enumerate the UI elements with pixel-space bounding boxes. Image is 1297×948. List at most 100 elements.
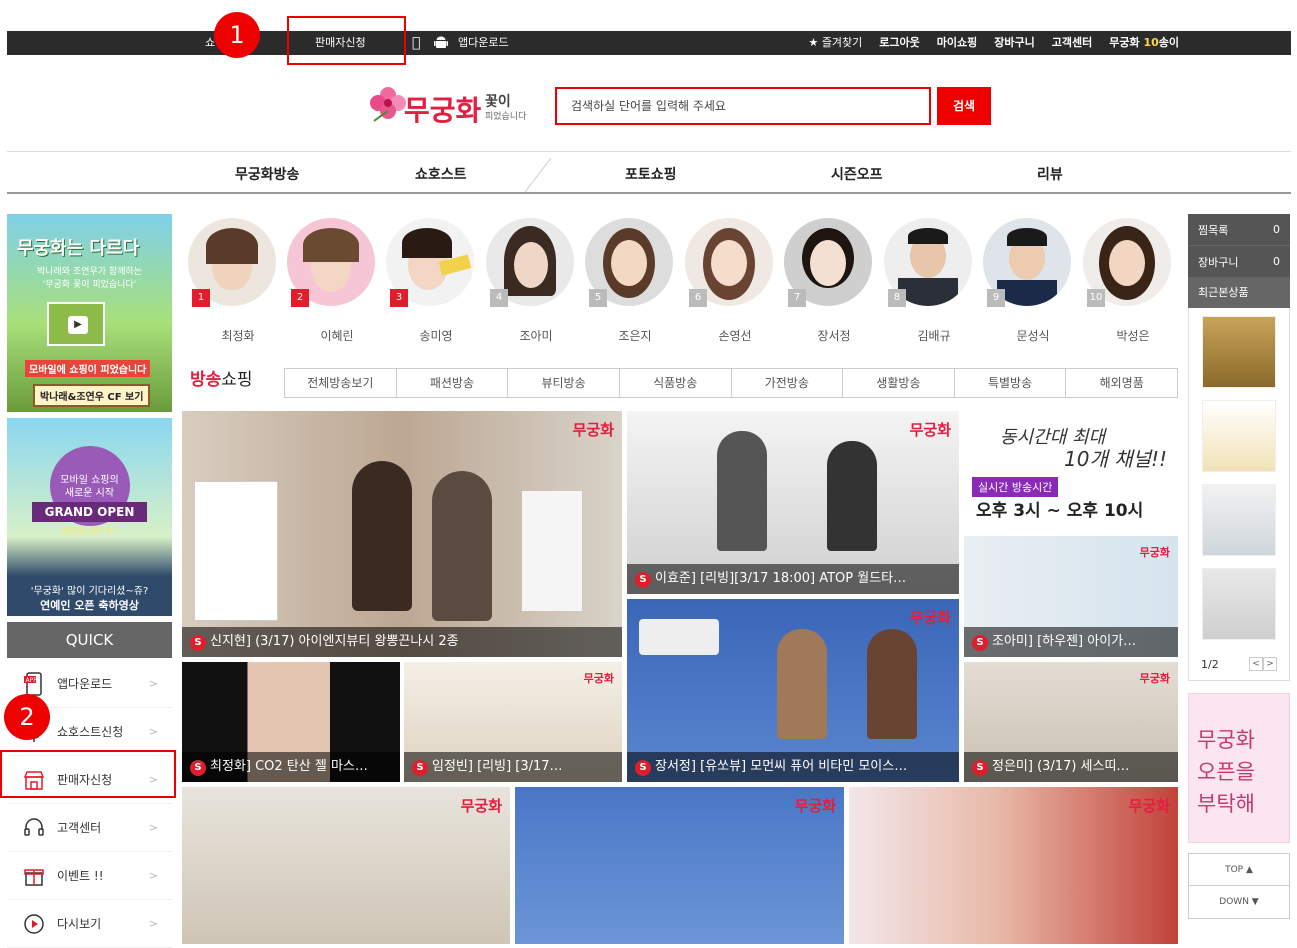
scroll-down-button[interactable]: DOWN ▼ xyxy=(1189,886,1289,918)
video-tile[interactable]: 무궁화 S 정은미] (3/17) 세스띠… xyxy=(964,662,1178,782)
chevron-right-icon: > xyxy=(148,917,158,930)
honey-count[interactable]: 무궁화 10송이 xyxy=(1109,31,1179,55)
logout-link[interactable]: 로그아웃 xyxy=(879,31,919,55)
chevron-right-icon: > xyxy=(148,725,158,738)
quick-replay[interactable]: 다시보기 > xyxy=(7,900,172,948)
play-icon xyxy=(19,912,49,936)
host-card[interactable]: 7 장서정 xyxy=(784,218,874,343)
tab-all[interactable]: 전체방송보기 xyxy=(285,369,397,397)
host-card[interactable]: 4 조아미 xyxy=(486,218,576,343)
host-card[interactable]: 1 최정화 xyxy=(188,218,278,343)
callout-badge-1: 1 xyxy=(214,12,260,58)
grand-open-date: 2016.02.17 xyxy=(60,526,119,537)
chevron-right-icon: > xyxy=(148,677,158,690)
scroll-top-button[interactable]: TOP ▲ xyxy=(1189,854,1289,886)
video-tile[interactable]: S 최정화] CO2 탄산 젤 마스… xyxy=(182,662,400,782)
recent-product-thumb[interactable] xyxy=(1202,400,1276,472)
recent-product-thumb[interactable] xyxy=(1202,568,1276,640)
video-tile[interactable]: 무궁화 xyxy=(515,787,844,944)
tab-fashion[interactable]: 패션방송 xyxy=(397,369,509,397)
video-caption: S 신지현] (3/17) 아이엔지뷰티 왕뽕끈나시 2종 xyxy=(182,627,622,657)
product-screen xyxy=(639,619,719,655)
recent-product-thumb[interactable] xyxy=(1202,484,1276,556)
logo-sub2: 피었습니다 xyxy=(485,112,527,122)
cart-row[interactable]: 장바구니 0 xyxy=(1188,246,1290,278)
search-input[interactable]: 검색하실 단어를 입력해 주세요 xyxy=(555,87,931,125)
wishlist-row[interactable]: 찜목록 0 xyxy=(1188,214,1290,246)
star-icon: ★ xyxy=(808,36,819,49)
callout-box-1 xyxy=(287,16,406,65)
nav-review[interactable]: 리뷰 xyxy=(1037,164,1063,184)
host-card[interactable]: 9 문성식 xyxy=(983,218,1073,343)
android-icon[interactable] xyxy=(433,31,449,55)
search-button[interactable]: 검색 xyxy=(937,87,991,125)
nav-showhost[interactable]: 쇼호스트 xyxy=(415,164,467,184)
right-quick-panel: 찜목록 0 장바구니 0 최근본상품 1/2 < > 무궁화 오픈을 부탁해 TOP ▲ … xyxy=(1188,214,1290,919)
host-card[interactable]: 6 손영선 xyxy=(685,218,775,343)
tab-beauty[interactable]: 뷰티방송 xyxy=(508,369,620,397)
recent-products: 1/2 < > xyxy=(1188,308,1290,681)
video-tile[interactable]: 무궁화 S 임정빈] [리빙] [3/17… xyxy=(404,662,622,782)
video-caption: S 최정화] CO2 탄산 젤 마스… xyxy=(182,752,400,782)
nav-broadcast[interactable]: 무궁화방송 xyxy=(235,164,299,184)
prev-icon[interactable]: < xyxy=(1249,657,1263,671)
video-tile[interactable]: 무궁화 S 이효준] [리빙][3/17 18:00] ATOP 월드타… xyxy=(627,411,959,594)
recent-product-thumb[interactable] xyxy=(1202,316,1276,388)
cf-banner-desc1: 박나래와 조연우가 함께하는 xyxy=(36,267,143,277)
cf-video-thumb: ▶ xyxy=(47,302,105,346)
cf-banner-cta[interactable]: 박나래&조연우 CF 보기 xyxy=(33,384,151,407)
host-card[interactable]: 2 이혜린 xyxy=(287,218,377,343)
scroll-controls: TOP ▲ DOWN ▼ xyxy=(1188,853,1290,919)
grand-open-banner[interactable]: 모바일 쇼핑의 새로운 시작 GRAND OPEN 2016.02.17 '무궁… xyxy=(7,418,172,616)
cf-banner-title: 무궁화는 다르다 xyxy=(17,238,140,259)
video-tile[interactable]: 무궁화 S 신지현] (3/17) 아이엔지뷰티 왕뽕끈나시 2종 xyxy=(182,411,622,657)
showhost-list: 1 최정화 2 이혜린 3 송미영 4 조아미 5 조은지 6 손영선 7 장서정 8 김배규 … xyxy=(182,218,1178,348)
customer-center-link[interactable]: 고객센터 xyxy=(1052,31,1092,55)
live-time-promo[interactable]: 동시간대 최대 10개 채널!! 실시간 방송시간 오후 3시 ~ 오후 10시 xyxy=(964,411,1178,533)
headset-icon xyxy=(19,816,49,840)
util-links: ★ 즐겨찾기 로그아웃 마이쇼핑 장바구니 고객센터 무궁화 10송이 xyxy=(808,31,1179,55)
video-tile[interactable]: 무궁화 xyxy=(182,787,510,944)
video-tile[interactable]: 무궁화 xyxy=(849,787,1178,944)
cf-banner[interactable]: 무궁화는 다르다 박나래와 조연우가 함께하는 '무궁화 꽃이 피었습니다' ▶… xyxy=(7,214,172,412)
apple-icon[interactable]:  xyxy=(412,31,420,55)
grand-open-label: GRAND OPEN xyxy=(32,502,147,522)
tab-luxury[interactable]: 해외명품 xyxy=(1066,369,1177,397)
video-caption: S 장서정] [유쏘뷰] 모먼씨 퓨어 비타민 모이스… xyxy=(627,752,959,782)
app-download-link[interactable]: 앱다운로드 xyxy=(458,31,509,55)
quick-title: QUICK xyxy=(7,622,172,658)
open-ad-banner[interactable]: 무궁화 오픈을 부탁해 xyxy=(1188,693,1290,843)
site-logo[interactable]: 무궁화 꽃이 피었습니다 xyxy=(368,75,538,135)
myshopping-link[interactable]: 마이쇼핑 xyxy=(937,31,977,55)
tab-appliance[interactable]: 가전방송 xyxy=(732,369,844,397)
nav-photoshopping[interactable]: 포토쇼핑 xyxy=(625,164,677,184)
host-card[interactable]: 8 김배규 xyxy=(884,218,974,343)
main-nav: 무궁화방송 쇼호스트 포토쇼핑 시즌오프 리뷰 xyxy=(7,151,1291,194)
promo-tag: 실시간 방송시간 xyxy=(972,477,1059,497)
host-card[interactable]: 10 박성은 xyxy=(1083,218,1173,343)
chevron-right-icon: > xyxy=(148,869,158,882)
host-card[interactable]: 5 조은지 xyxy=(585,218,675,343)
tab-food[interactable]: 식품방송 xyxy=(620,369,732,397)
chevron-right-icon: > xyxy=(148,821,158,834)
category-tabs: 전체방송보기 패션방송 뷰티방송 식품방송 가전방송 생활방송 특별방송 해외명… xyxy=(284,368,1178,398)
tab-special[interactable]: 특별방송 xyxy=(955,369,1067,397)
tab-living[interactable]: 생활방송 xyxy=(843,369,955,397)
cf-banner-desc2: '무궁화 꽃이 피었습니다' xyxy=(42,280,137,290)
host-figure xyxy=(777,629,827,739)
quick-customer-center[interactable]: 고객센터 > xyxy=(7,804,172,852)
nav-seasonoff[interactable]: 시즌오프 xyxy=(831,164,883,184)
video-tile[interactable]: 무궁화 S 조아미] [하우젠] 아이가… xyxy=(964,536,1178,657)
bookmark-link[interactable]: ★ 즐겨찾기 xyxy=(808,31,862,55)
host-card[interactable]: 3 송미영 xyxy=(386,218,476,343)
nav-divider xyxy=(524,158,552,192)
grand-open-line4: 연예인 오픈 축하영상 xyxy=(40,599,139,612)
host-figure xyxy=(867,629,917,739)
next-icon[interactable]: > xyxy=(1263,657,1277,671)
video-tile[interactable]: 무궁화 S 장서정] [유쏘뷰] 모먼씨 퓨어 비타민 모이스… xyxy=(627,599,959,782)
host-figure xyxy=(827,441,877,551)
recent-products-title: 최근본상품 xyxy=(1188,278,1290,308)
quick-event[interactable]: 이벤트 !! > xyxy=(7,852,172,900)
cart-link[interactable]: 장바구니 xyxy=(994,31,1034,55)
mannequin xyxy=(522,491,582,611)
